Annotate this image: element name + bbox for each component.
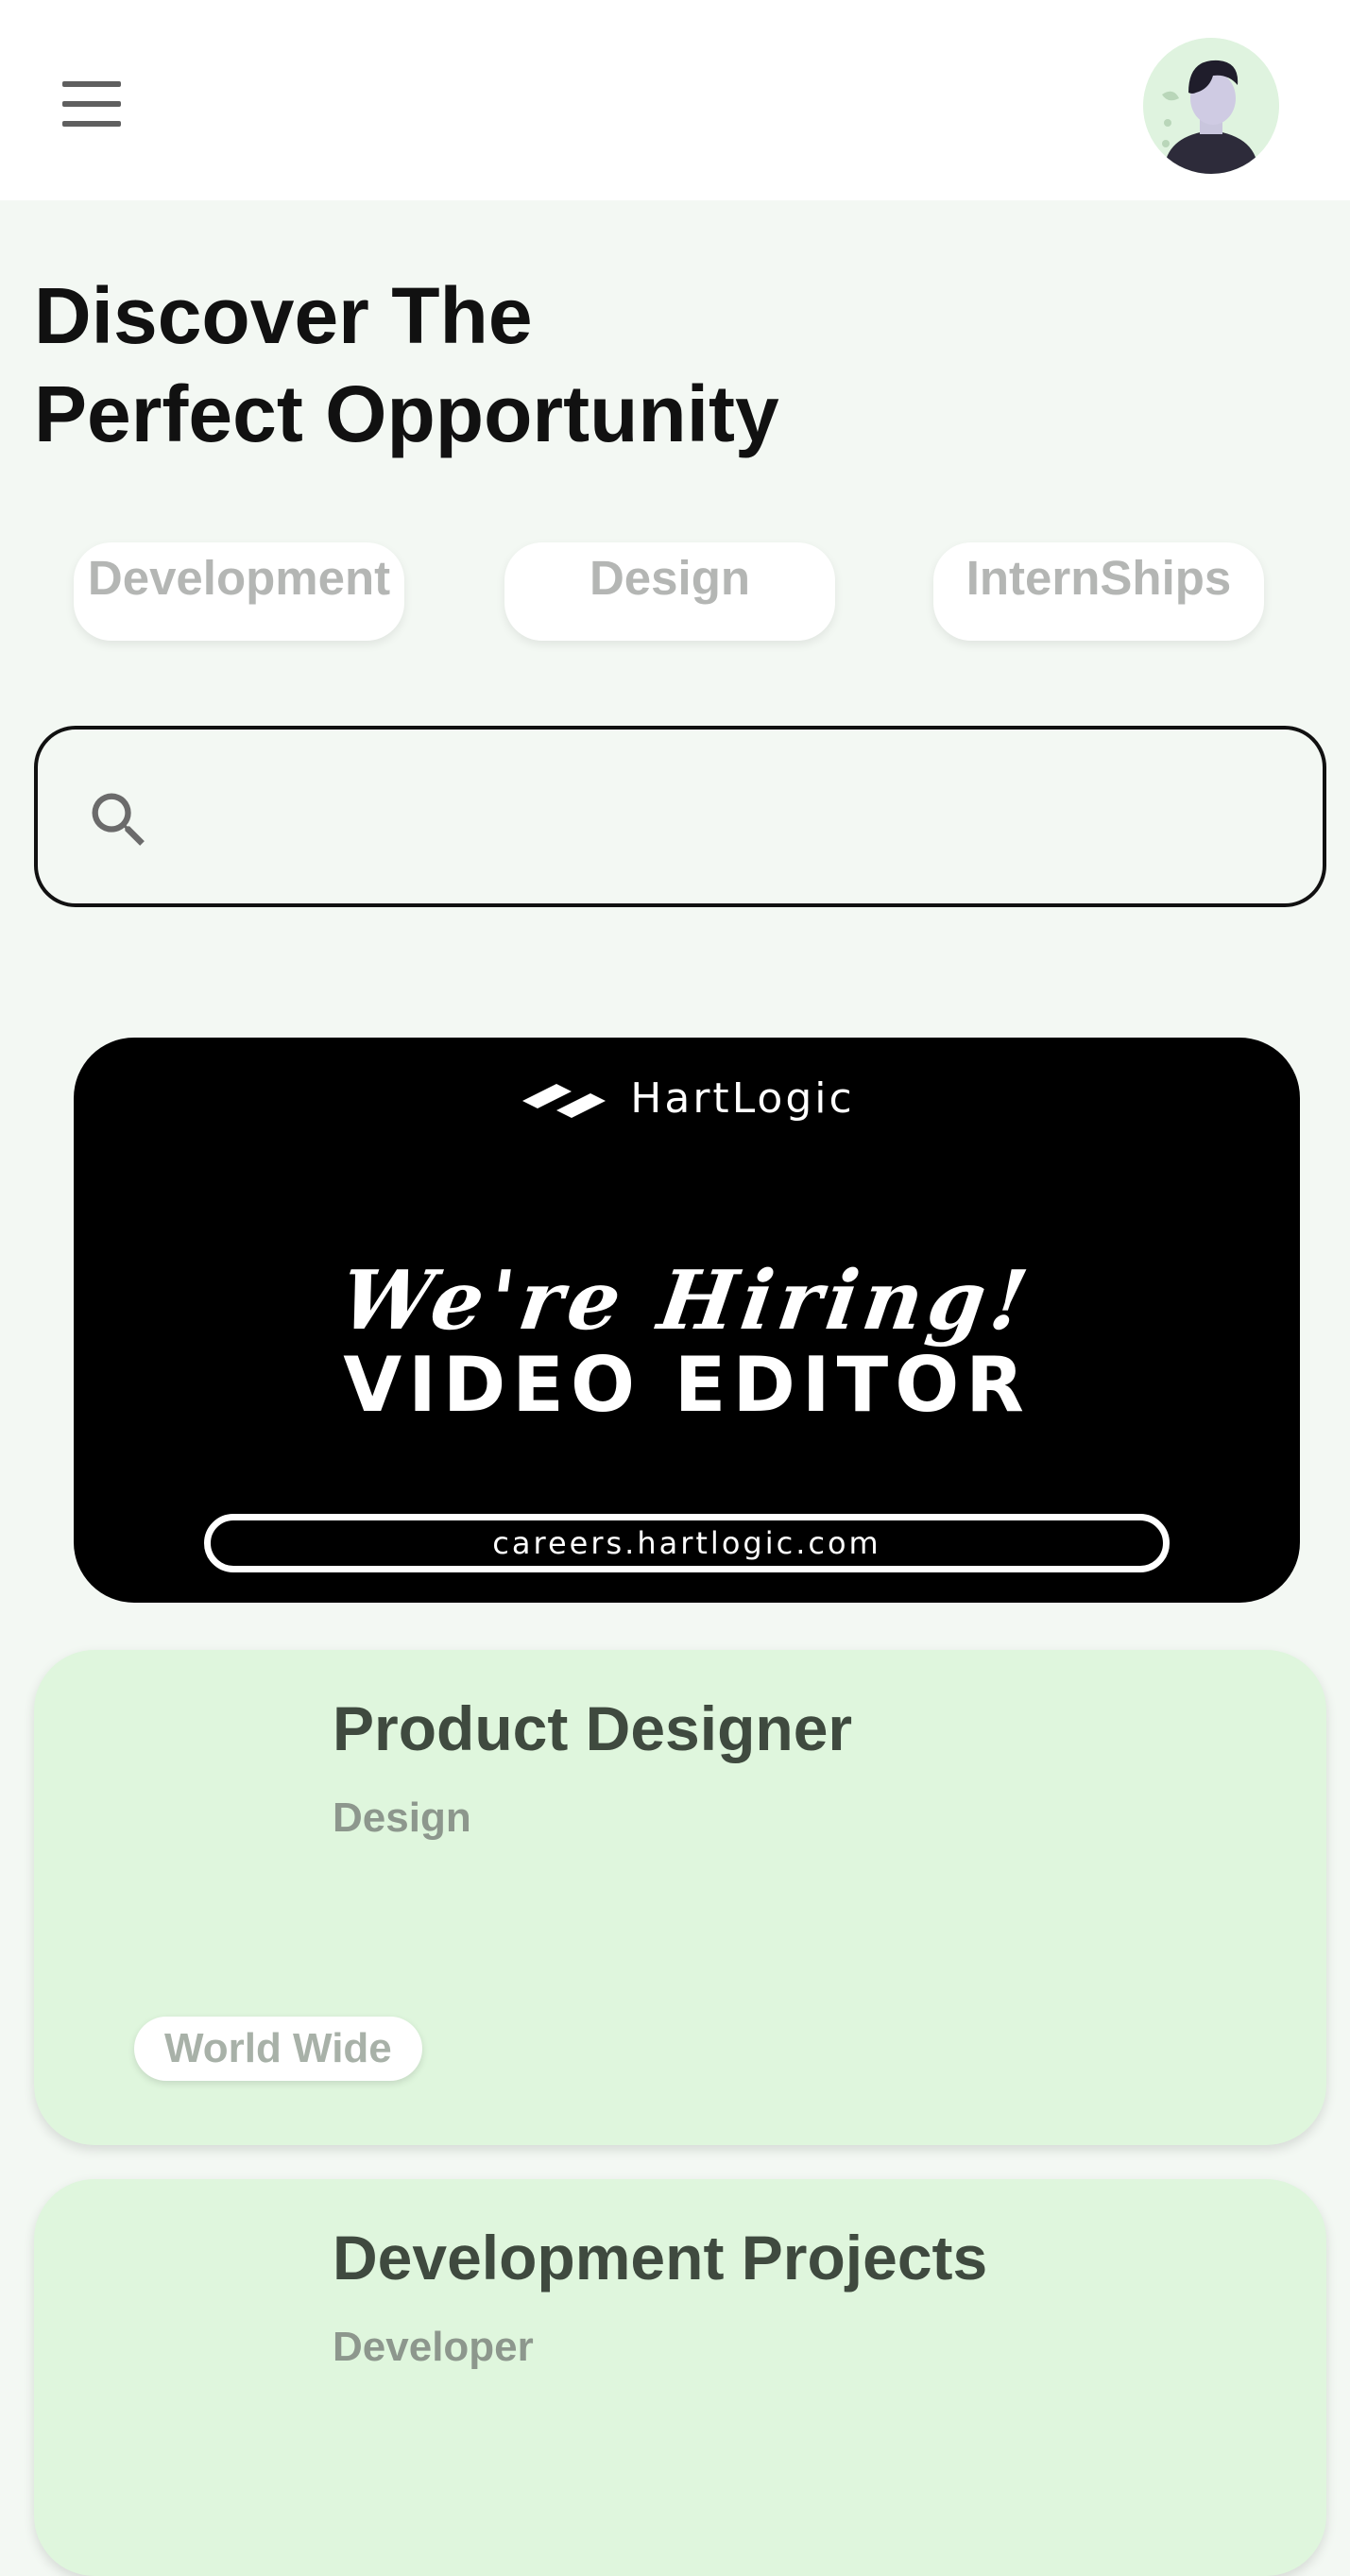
title-line-2: Perfect Opportunity [34,369,779,458]
user-avatar[interactable] [1143,38,1279,174]
search-icon [92,793,145,846]
category-chip-design[interactable]: Design [504,542,835,641]
avatar-illustration-icon [1143,38,1279,174]
menu-line [62,81,121,87]
hartlogic-logo-icon [522,1084,607,1118]
title-line-1: Discover The [34,271,533,360]
job-category: Developer [333,2324,534,2370]
job-card[interactable]: Development Projects Developer [34,2179,1326,2576]
page-title: Discover The Perfect Opportunity [34,266,779,463]
job-card[interactable]: Product Designer Design World Wide [34,1650,1326,2145]
category-chip-development[interactable]: Development [74,542,404,641]
job-title: Product Designer [333,1693,853,1763]
search-bar[interactable] [34,726,1326,907]
top-app-bar [0,0,1350,200]
category-chip-internships[interactable]: InternShips [933,542,1264,641]
menu-line [62,121,121,127]
hiring-banner[interactable]: HartLogic We're Hiring! VIDEO EDITOR car… [74,1038,1300,1603]
search-input[interactable] [179,758,1294,875]
banner-role: VIDEO EDITOR [343,1341,1031,1429]
banner-url: careers.hartlogic.com [204,1514,1170,1572]
banner-brand-logo: HartLogic [74,1066,1300,1132]
banner-brand: HartLogic [630,1074,855,1123]
menu-line [62,101,121,107]
job-category: Design [333,1795,471,1841]
job-title: Development Projects [333,2223,988,2293]
hamburger-menu-icon[interactable] [59,81,127,132]
location-badge: World Wide [134,2017,422,2081]
